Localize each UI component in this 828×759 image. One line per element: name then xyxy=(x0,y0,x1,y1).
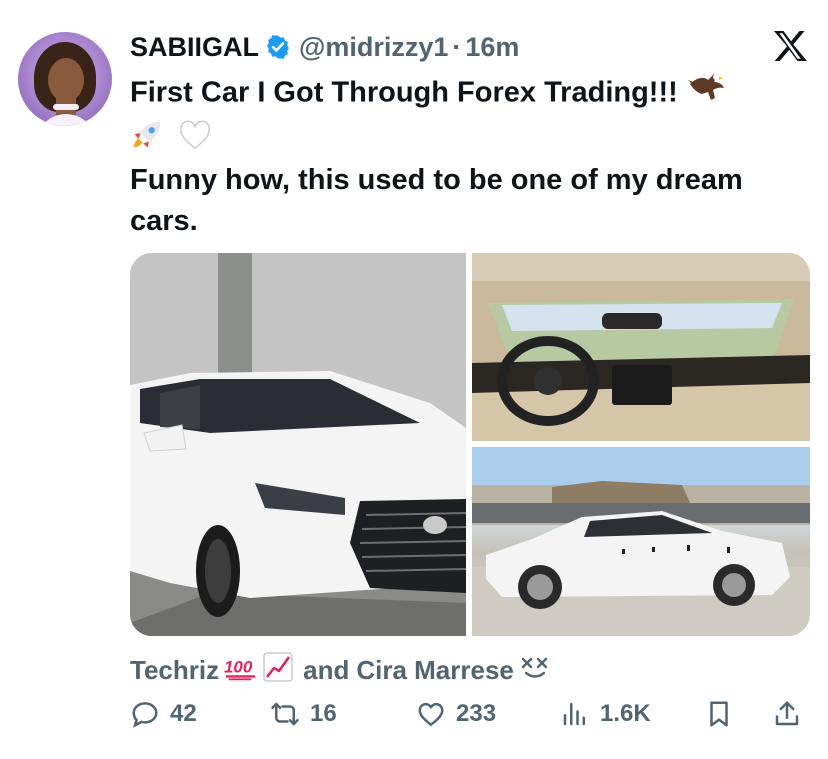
tweet-line-1: First Car I Got Through Forex Trading!!! xyxy=(130,70,810,118)
bookmark-button[interactable] xyxy=(704,694,744,734)
tweet-header: SABIIGAL @midrizzy1 · 16m xyxy=(130,28,519,66)
liked-by-and: and xyxy=(303,655,350,685)
car-interior-photo[interactable] xyxy=(472,253,810,441)
tweet-text: First Car I Got Through Forex Trading!!! xyxy=(130,70,810,242)
share-button[interactable] xyxy=(772,694,812,734)
verified-badge-icon xyxy=(265,34,291,60)
x-logo-icon[interactable] xyxy=(772,30,808,62)
tweet-line-1-text: First Car I Got Through Forex Trading!!! xyxy=(130,76,678,109)
liked-by-row[interactable]: Techriz 100 and Cira Marrese xyxy=(130,652,550,689)
hundred-points-emoji-icon: 100 xyxy=(223,653,257,688)
tweet-line-2: Funny how, this used to be one of my dre… xyxy=(130,164,743,237)
car-front-photo[interactable] xyxy=(130,253,467,636)
repost-icon xyxy=(271,702,299,726)
svg-text:100: 100 xyxy=(224,658,253,677)
avatar-choker xyxy=(53,104,79,110)
author-name[interactable]: SABIIGAL xyxy=(130,32,259,63)
avatar-top xyxy=(36,114,96,126)
tweet-emoji-line xyxy=(130,118,810,159)
avatar-face xyxy=(48,58,84,102)
author-avatar[interactable] xyxy=(18,32,112,126)
header-separator: · xyxy=(452,31,462,62)
media-grid xyxy=(130,253,810,636)
views-count: 1.6K xyxy=(600,700,651,727)
reply-button[interactable]: 42 xyxy=(130,694,197,734)
views-button[interactable]: 1.6K xyxy=(560,694,651,734)
chart-increasing-emoji-icon xyxy=(263,652,293,689)
reply-count: 42 xyxy=(170,700,197,727)
action-bar: 42 16 233 1.6K xyxy=(130,694,810,734)
liked-by-user-1[interactable]: Techriz xyxy=(130,655,219,686)
xx-face-icon xyxy=(520,653,550,688)
bookmark-icon xyxy=(710,701,728,727)
liked-by-user-2[interactable]: Cira Marrese xyxy=(356,655,514,686)
share-icon xyxy=(775,701,799,726)
repost-button[interactable]: 16 xyxy=(270,694,337,734)
white-heart-emoji-icon xyxy=(178,119,212,163)
heart-icon xyxy=(418,702,444,726)
like-button[interactable]: 233 xyxy=(416,694,496,734)
repost-count: 16 xyxy=(310,700,337,727)
car-side-photo[interactable] xyxy=(472,447,810,636)
author-handle[interactable]: @midrizzy1 xyxy=(299,32,448,63)
eagle-emoji-icon xyxy=(686,70,726,118)
views-chart-icon xyxy=(563,702,585,726)
reply-icon xyxy=(132,702,158,728)
tweet-timestamp[interactable]: 16m xyxy=(465,32,519,63)
rocket-emoji-icon xyxy=(130,118,164,164)
like-count: 233 xyxy=(456,700,497,727)
